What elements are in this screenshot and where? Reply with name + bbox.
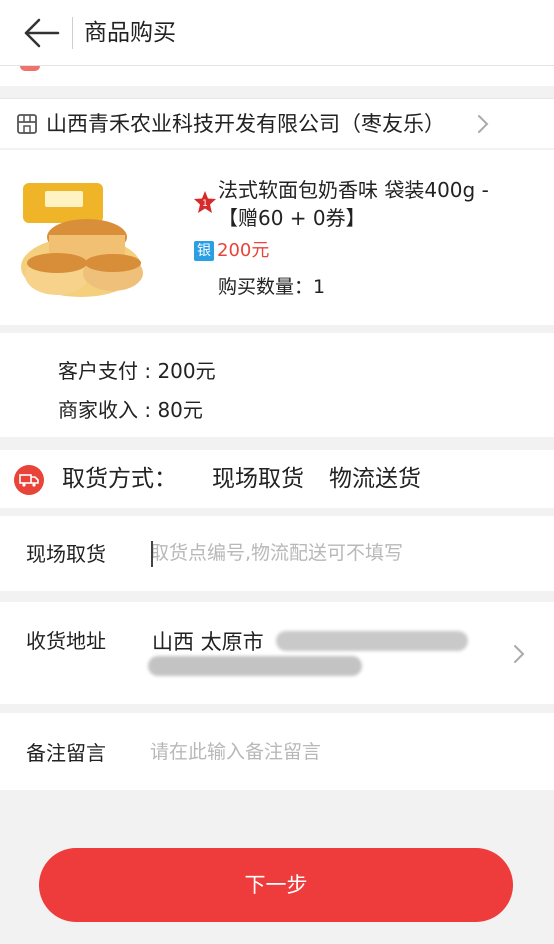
payment-summary: 客户支付 : 200元 商家收入 : 80元 (0, 333, 554, 437)
redacted-address-block (276, 631, 468, 651)
purchase-quantity: 购买数量：1 (218, 276, 326, 298)
svg-text:1: 1 (202, 199, 208, 209)
rank-star-icon: 1 (194, 191, 216, 213)
pickup-point-input[interactable] (150, 538, 530, 568)
onsite-pickup-row: 现场取货 (0, 516, 554, 591)
chevron-right-icon (478, 115, 489, 133)
scroll-peek-strip (0, 66, 554, 86)
address-label: 收货地址 (26, 629, 106, 653)
header-bar: 商品购买 (0, 0, 554, 66)
onsite-pickup-label: 现场取货 (26, 542, 106, 566)
partial-icon (20, 66, 40, 71)
redacted-address-block (148, 656, 362, 676)
pickup-option-logistics[interactable]: 物流送货 (329, 463, 421, 495)
header-divider (72, 17, 73, 49)
text-cursor (151, 541, 153, 567)
shop-name: 山西青禾农业科技开发有限公司（枣友乐） (46, 112, 445, 136)
pickup-label: 取货方式： (62, 466, 177, 492)
address-value: 山西 太原市 (152, 630, 264, 654)
back-arrow-icon[interactable] (22, 16, 62, 50)
chevron-right-icon (514, 645, 525, 663)
product-image (17, 175, 157, 305)
store-icon (17, 114, 37, 134)
remark-row: 备注留言 (0, 713, 554, 790)
product-price: 200元 (217, 240, 270, 261)
truck-icon (14, 465, 44, 495)
merchant-income: 商家收入 : 80元 (58, 398, 203, 422)
pickup-option-onsite[interactable]: 现场取货 (212, 463, 304, 495)
page-title: 商品购买 (84, 20, 176, 46)
silver-badge: 银 (194, 241, 214, 261)
remark-label: 备注留言 (26, 741, 106, 765)
shop-row[interactable]: 山西青禾农业科技开发有限公司（枣友乐） (0, 98, 554, 148)
address-row[interactable]: 收货地址 (0, 602, 554, 704)
customer-payment: 客户支付 : 200元 (58, 359, 216, 383)
next-step-button[interactable]: 下一步 (39, 848, 513, 922)
product-name: 法式软面包奶香味 袋装400g - 【赠60 + 0券】 (218, 178, 489, 230)
remark-input[interactable] (150, 737, 530, 767)
